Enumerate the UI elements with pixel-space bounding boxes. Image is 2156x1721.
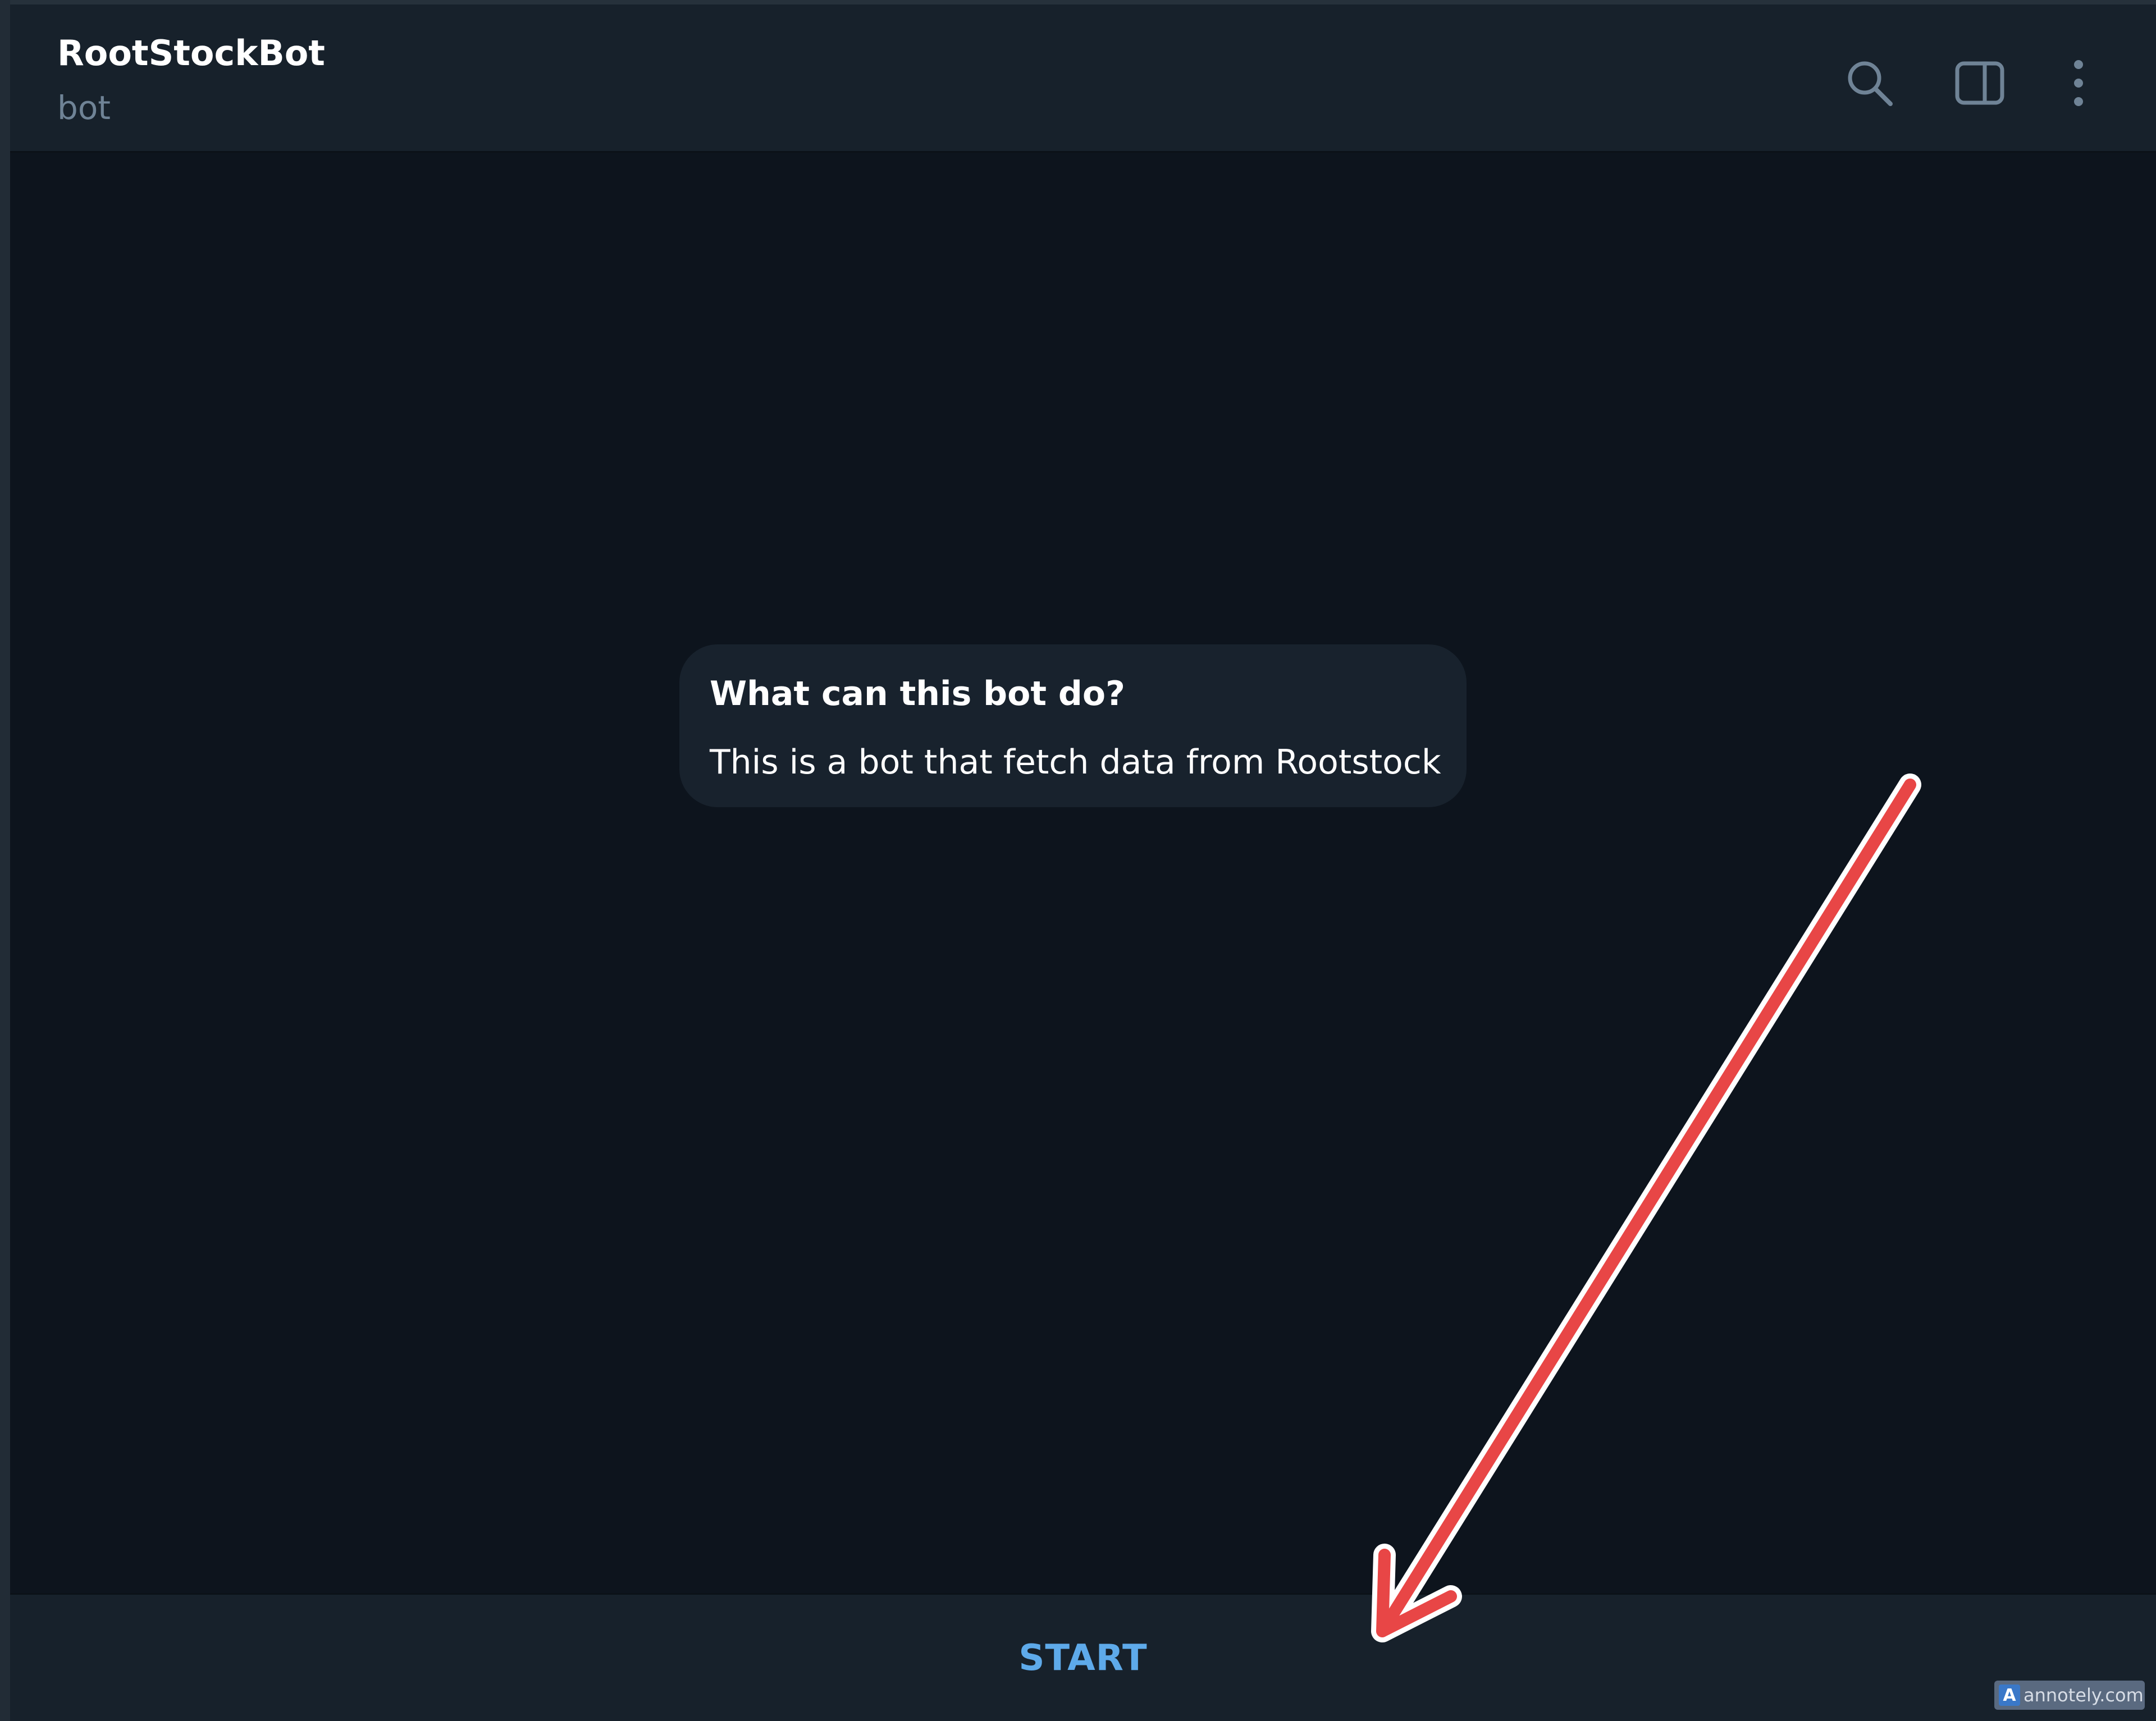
- chat-subtitle: bot: [57, 89, 111, 127]
- bot-intro-title: What can this bot do?: [710, 674, 1125, 713]
- bottom-bar: START: [10, 1593, 2156, 1721]
- annotely-watermark: A annotely.com: [1994, 1681, 2145, 1710]
- chat-header: RootStockBot bot: [10, 0, 2156, 153]
- sidebar-toggle-icon[interactable]: [1952, 55, 2008, 111]
- chat-message-area: [10, 153, 2156, 1594]
- search-icon[interactable]: [1842, 55, 1898, 111]
- start-button[interactable]: START: [985, 1626, 1181, 1690]
- chat-title[interactable]: RootStockBot: [57, 33, 325, 74]
- annotely-logo-icon: A: [1999, 1685, 2020, 1706]
- bot-intro-card: What can this bot do? This is a bot that…: [679, 644, 1467, 807]
- telegram-chat-window: RootStockBot bot What can this bot do? T…: [0, 0, 2156, 1721]
- bot-intro-text: This is a bot that fetch data from Roots…: [710, 743, 1441, 782]
- window-left-edge: [0, 0, 10, 1721]
- watermark-text: annotely.com: [2023, 1685, 2144, 1706]
- more-vertical-icon[interactable]: [2050, 55, 2107, 111]
